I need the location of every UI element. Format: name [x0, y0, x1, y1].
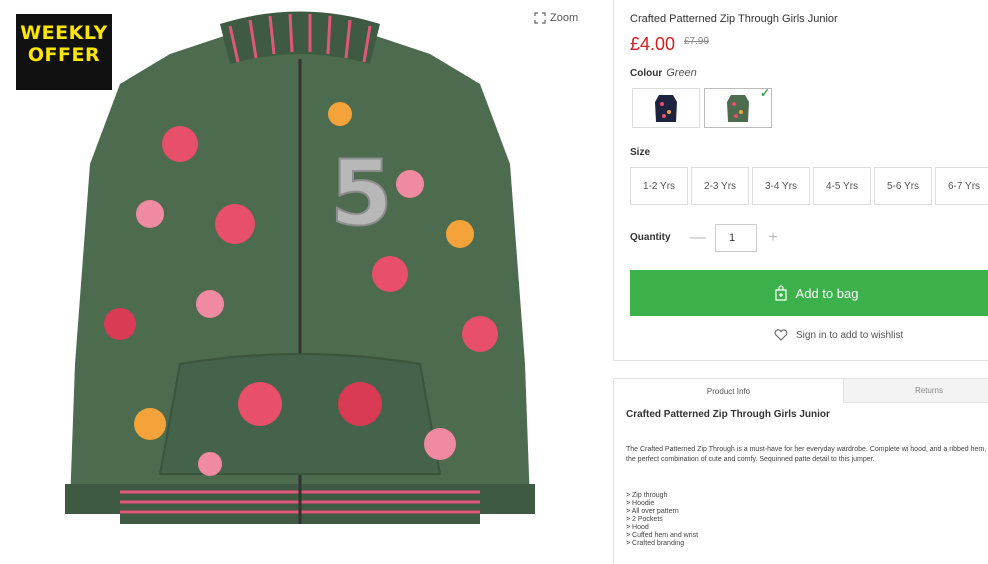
bag-icon — [774, 285, 787, 301]
product-image[interactable]: 5 — [60, 4, 540, 564]
size-option-5-6[interactable]: 5-6 Yrs — [874, 167, 932, 205]
colour-value: Green — [666, 67, 697, 79]
tab-returns[interactable]: Returns — [844, 379, 988, 403]
quantity-label: Quantity — [630, 232, 671, 243]
list-item: > Hood — [626, 524, 649, 531]
info-description: The Crafted Patterned Zip Through is a m… — [626, 446, 988, 463]
list-item: > Crafted branding — [626, 540, 685, 547]
quantity-decrease-button[interactable]: — — [688, 224, 708, 252]
list-item: > Cuffed hem and wrist — [626, 532, 699, 539]
product-price: £4.00 — [630, 34, 676, 54]
size-option-3-4[interactable]: 3-4 Yrs — [752, 167, 810, 205]
weekly-offer-badge: WEEKLY OFFER — [16, 14, 112, 90]
feature-list: > Zip through > Hoodie > All over patter… — [626, 492, 698, 548]
product-image-area: 5 WEEKLY OFFER Zoom — [0, 0, 600, 564]
list-item: > Hoodie — [626, 500, 655, 507]
zoom-button[interactable]: Zoom — [534, 12, 578, 24]
was-price: £7.99 — [684, 36, 710, 47]
size-option-1-2[interactable]: 1-2 Yrs — [630, 167, 688, 205]
wishlist-link[interactable]: Sign in to add to wishlist — [774, 329, 903, 341]
size-option-4-5[interactable]: 4-5 Yrs — [813, 167, 871, 205]
svg-text:5: 5 — [330, 141, 393, 246]
tab-product-info[interactable]: Product Info — [614, 379, 844, 403]
heart-icon — [774, 329, 788, 341]
product-title: Crafted Patterned Zip Through Girls Juni… — [630, 13, 838, 25]
add-to-bag-button[interactable]: Add to bag — [630, 270, 988, 316]
selected-check-icon: ✓ — [759, 86, 770, 100]
quantity-input[interactable] — [715, 224, 757, 252]
size-options: 1-2 Yrs 2-3 Yrs 3-4 Yrs 4-5 Yrs 5-6 Yrs … — [630, 167, 988, 205]
info-title: Crafted Patterned Zip Through Girls Juni… — [626, 409, 830, 420]
product-page: 5 WEEKLY OFFER Zoom Crafted Patterned Zi… — [0, 0, 988, 564]
wishlist-label: Sign in to add to wishlist — [796, 329, 904, 341]
colour-swatch-navy[interactable] — [632, 88, 700, 128]
colour-swatch-green[interactable]: ✓ — [704, 86, 772, 128]
green-jacket-thumbnail — [727, 95, 749, 122]
navy-jacket-thumbnail — [655, 95, 677, 122]
info-tabs: Product Info Returns — [614, 379, 988, 403]
product-details-panel: Crafted Patterned Zip Through Girls Juni… — [613, 0, 988, 361]
size-label: Size — [630, 147, 651, 158]
add-to-bag-label: Add to bag — [795, 285, 859, 301]
size-option-6-7[interactable]: 6-7 Yrs — [935, 167, 988, 205]
quantity-increase-button[interactable]: + — [763, 224, 783, 252]
expand-icon — [534, 12, 546, 24]
size-option-2-3[interactable]: 2-3 Yrs — [691, 167, 749, 205]
list-item: > Zip through — [626, 492, 668, 499]
colour-label: Colour Green — [630, 67, 697, 79]
product-info-panel: Product Info Returns Crafted Patterned Z… — [613, 378, 988, 564]
list-item: > 2 Pockets — [626, 516, 663, 523]
zoom-label: Zoom — [550, 12, 579, 24]
list-item: > All over pattern — [626, 508, 679, 515]
